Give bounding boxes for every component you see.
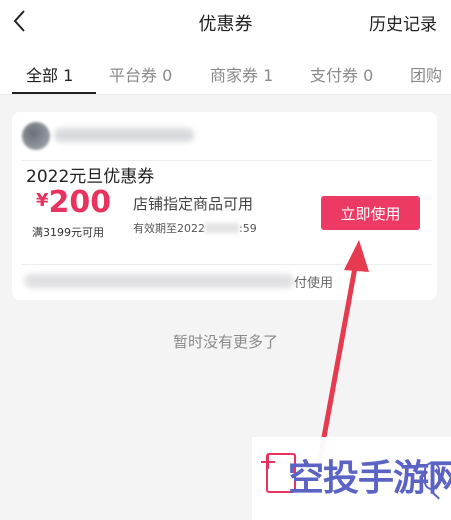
tab-platform[interactable]: 平台券 0 [109,62,172,86]
use-now-button[interactable]: 立即使用 [321,196,420,230]
tab-payment[interactable]: 支付券 0 [310,62,373,86]
mouse-icon [424,462,440,500]
shop-row[interactable] [12,112,437,160]
tab-merchant[interactable]: 商家券 1 [210,62,273,86]
validity-suffix: :59 [239,222,257,235]
usage-scope-redacted [24,274,294,288]
coupon-description: 店铺指定商品可用 [133,195,254,213]
coupon-tabs: 全部 1 平台券 0 商家券 1 支付券 0 团购 [0,48,451,95]
coupon-title: 2022元旦优惠券 [26,167,155,187]
coupon-validity: 有效期至2022 :59 [133,220,257,236]
divider [22,160,432,161]
coupon-threshold: 满3199元可用 [32,226,104,239]
coupon-card[interactable]: 2022元旦优惠券 ¥200 满3199元可用 店铺指定商品可用 有效期至202… [12,112,437,300]
history-records-button[interactable]: 历史记录 [369,10,437,35]
tab-all[interactable]: 全部 1 [26,62,73,86]
coupon-amount: ¥200 [36,185,111,220]
shop-name-redacted [54,128,194,142]
currency-symbol: ¥ [36,190,49,211]
usage-scope-tail: 付使用 [294,276,334,291]
site-watermark: 空投手游网 [252,437,451,520]
tab-group-buy[interactable]: 团购 [410,62,442,86]
divider [22,264,432,265]
validity-prefix: 有效期至2022 [133,222,205,235]
no-more-text: 暂时没有更多了 [172,333,278,351]
top-bar: 优惠券 历史记录 [0,0,451,48]
active-tab-indicator [12,92,96,94]
validity-redacted [205,223,239,233]
shop-avatar [22,122,50,150]
amount-value: 200 [48,185,112,220]
